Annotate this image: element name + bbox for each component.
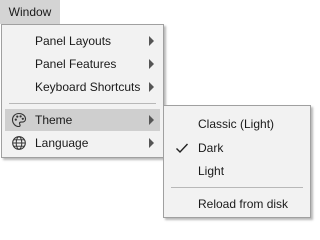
window-menu: Panel Layouts Panel Features Keyboard Sh… [1, 24, 164, 158]
menu-separator [9, 103, 156, 104]
menu-item-label: Panel Layouts [35, 34, 112, 48]
palette-icon [11, 112, 27, 128]
globe-icon [12, 136, 26, 150]
submenu-arrow-icon [149, 82, 154, 92]
submenu-arrow-icon [149, 138, 154, 148]
menubar-window[interactable]: Window [0, 0, 60, 24]
checkmark-icon [176, 143, 189, 154]
menu-item-panel-layouts[interactable]: Panel Layouts [5, 30, 160, 52]
menu-separator [171, 187, 303, 188]
menu-item-label: Classic (Light) [198, 117, 275, 131]
theme-item-reload-from-disk[interactable]: Reload from disk [167, 193, 307, 215]
menu-item-theme[interactable]: Theme [5, 109, 160, 131]
menu-item-panel-features[interactable]: Panel Features [5, 53, 160, 75]
menu-item-label: Reload from disk [198, 197, 289, 211]
submenu-arrow-icon [149, 115, 154, 125]
submenu-arrow-icon [149, 59, 154, 69]
menu-item-label: Dark [198, 141, 224, 155]
menu-item-label: Language [35, 136, 89, 150]
menu-item-label: Theme [35, 113, 73, 127]
theme-submenu: Classic (Light) Dark Light Reload from d… [163, 105, 311, 218]
menu-item-keyboard-shortcuts[interactable]: Keyboard Shortcuts [5, 76, 160, 98]
menu-item-label: Panel Features [35, 57, 117, 71]
theme-item-light[interactable]: Light [167, 160, 307, 182]
theme-item-classic-light[interactable]: Classic (Light) [167, 113, 307, 135]
menu-item-language[interactable]: Language [5, 132, 160, 154]
menu-item-label: Keyboard Shortcuts [35, 80, 141, 94]
menubar-window-label: Window [8, 5, 52, 19]
theme-item-dark[interactable]: Dark [167, 137, 307, 159]
submenu-arrow-icon [149, 36, 154, 46]
menu-item-label: Light [198, 164, 225, 178]
